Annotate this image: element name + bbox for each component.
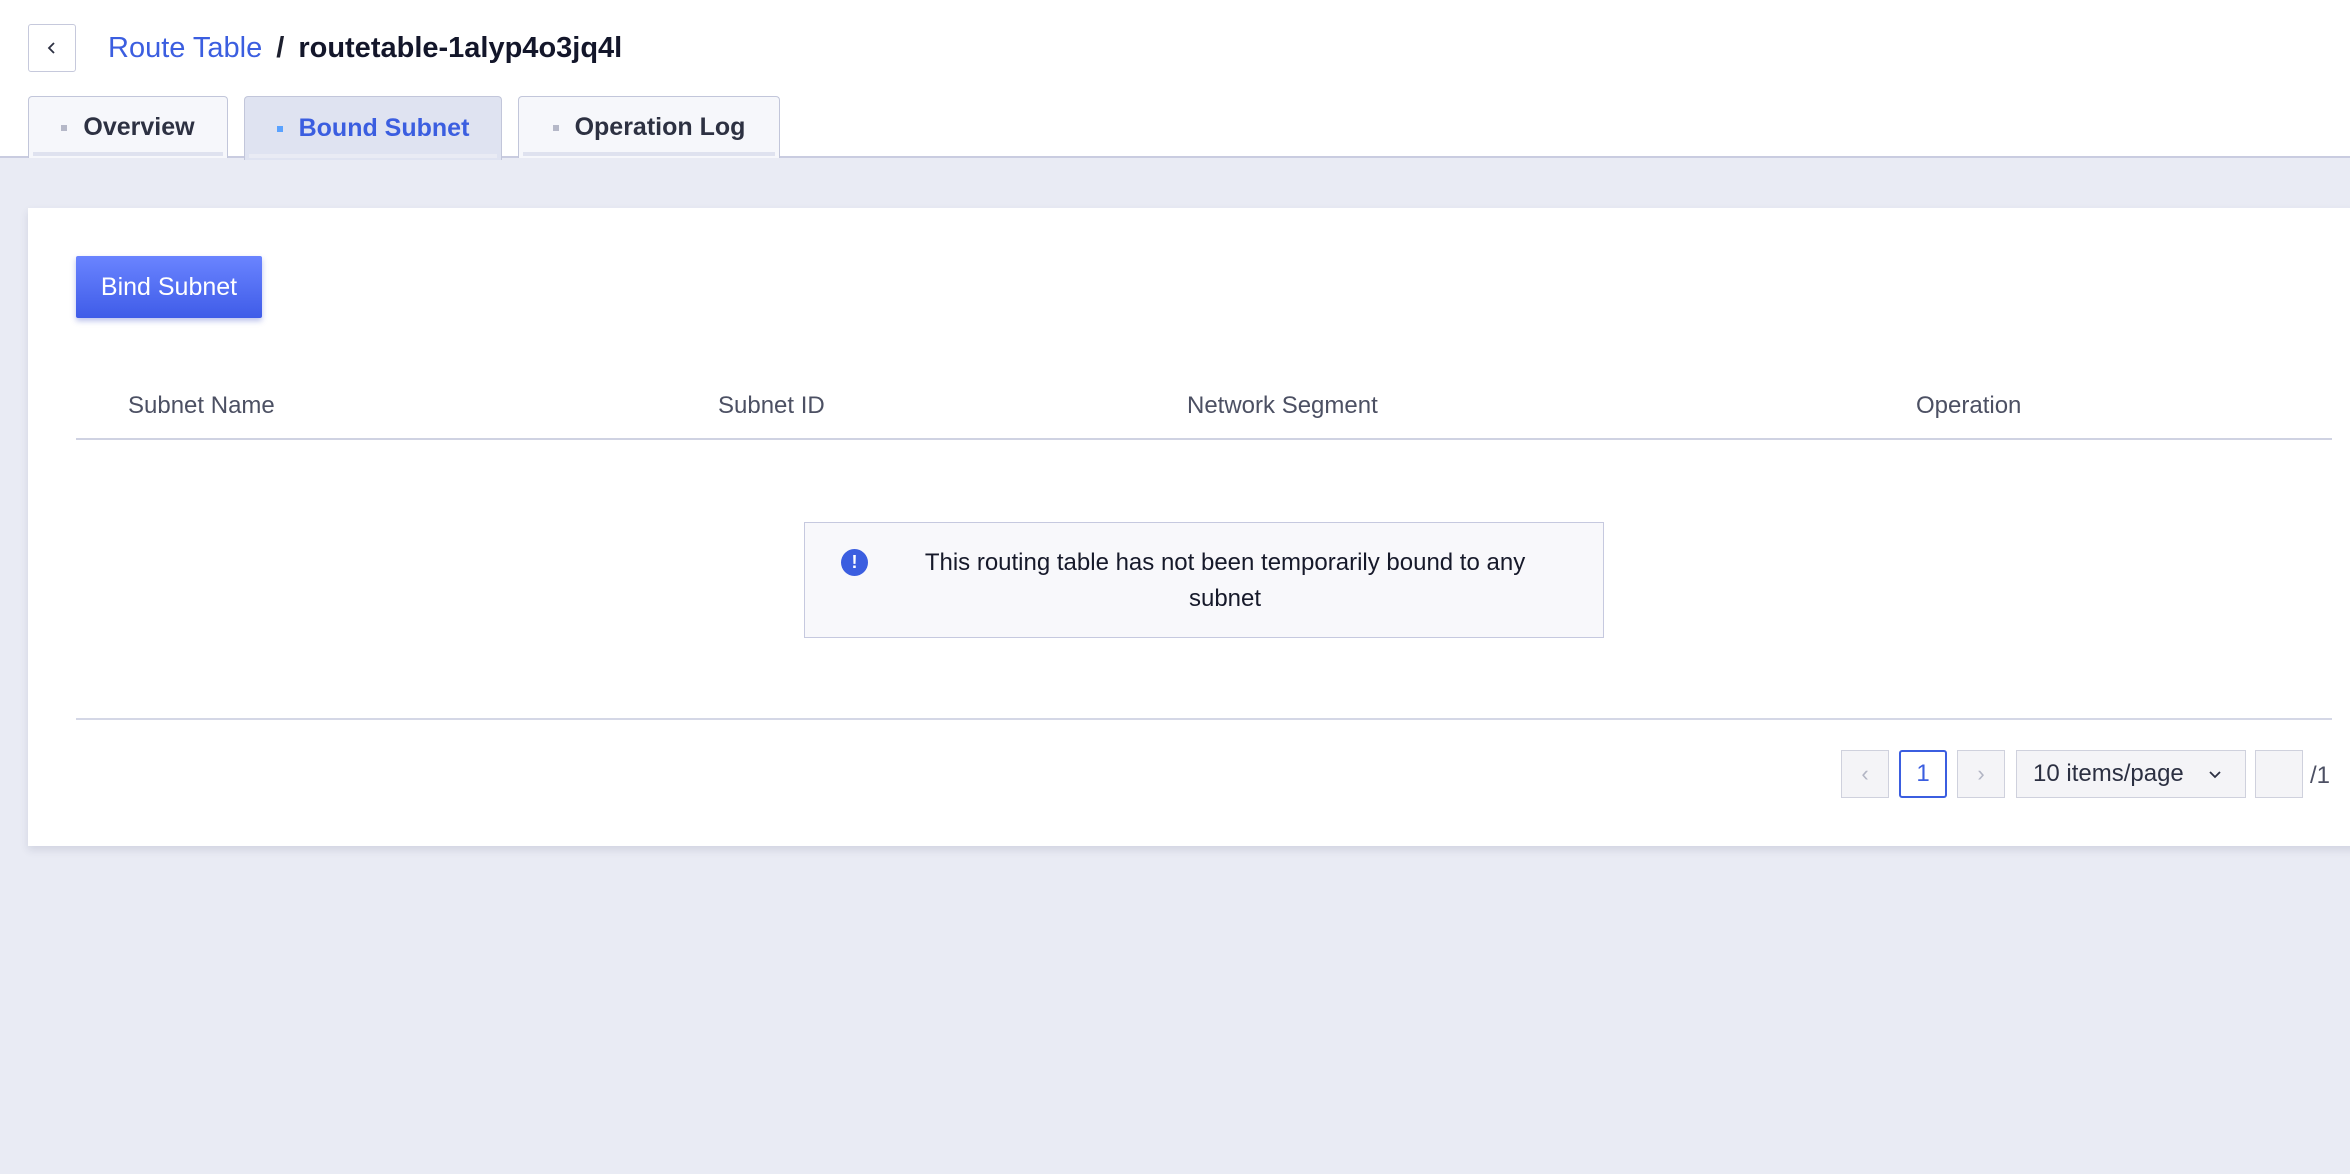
tab-dot-icon [552, 124, 559, 131]
bind-subnet-button[interactable]: Bind Subnet [76, 256, 262, 318]
column-network-segment: Network Segment [1187, 392, 1378, 419]
chevron-right-icon: › [1977, 761, 1985, 786]
column-subnet-id: Subnet ID [718, 392, 825, 419]
empty-state-message: This routing table has not been temporar… [924, 549, 1526, 612]
tab-operation-log-label: Operation Log [574, 113, 746, 141]
empty-state: ! This routing table has not been tempor… [804, 522, 1604, 638]
tab-bound-subnet[interactable]: Bound Subnet [244, 96, 502, 160]
total-pages: /1 [2310, 762, 2331, 789]
page-number-button[interactable]: 1 [1899, 750, 1947, 798]
page-header: Route Table / routetable-1alyp4o3jq4l Ov… [0, 0, 2350, 160]
chevron-down-icon [2209, 771, 2221, 779]
next-page-button[interactable]: › [1957, 750, 2005, 798]
table-divider [76, 718, 2332, 720]
tab-dot-icon [276, 125, 283, 132]
breadcrumb: Route Table / routetable-1alyp4o3jq4l [108, 30, 622, 66]
page-size-select[interactable]: 10 items/page [2016, 750, 2246, 798]
breadcrumb-current: routetable-1alyp4o3jq4l [298, 31, 623, 64]
prev-page-button[interactable]: ‹ [1841, 750, 1889, 798]
column-operation: Operation [1916, 392, 2022, 419]
chevron-left-icon: ‹ [1861, 761, 1869, 786]
tab-overview[interactable]: Overview [28, 96, 228, 158]
tab-dot-icon [61, 124, 68, 131]
tab-bound-subnet-label: Bound Subnet [298, 114, 470, 142]
breadcrumb-separator: / [276, 31, 285, 64]
page-jump-input[interactable] [2255, 750, 2303, 798]
breadcrumb-route-table-link[interactable]: Route Table [108, 32, 262, 65]
tab-operation-log[interactable]: Operation Log [518, 96, 780, 158]
page-size-value: 10 items/page [2033, 760, 2184, 787]
back-button[interactable] [28, 24, 76, 72]
column-subnet-name: Subnet Name [128, 392, 275, 419]
info-icon: ! [841, 549, 868, 576]
chevron-left-icon [47, 42, 55, 54]
table-header: Subnet Name Subnet ID Network Segment Op… [76, 368, 2332, 440]
bound-subnet-panel: Bind Subnet Subnet Name Subnet ID Networ… [28, 208, 2350, 846]
tab-overview-label: Overview [83, 113, 195, 141]
